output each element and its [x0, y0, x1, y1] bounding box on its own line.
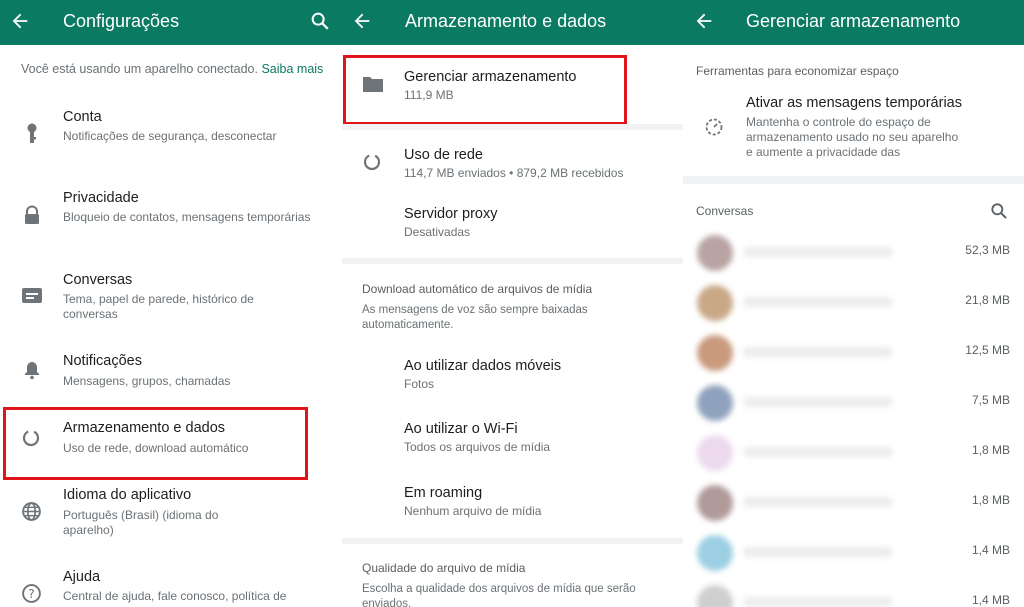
svg-text:?: ? — [28, 586, 35, 601]
settings-app-bar: Configurações — [0, 0, 342, 45]
section-divider — [342, 124, 683, 130]
item-title: Ajuda — [63, 569, 101, 585]
chat-size: 52,3 MB — [965, 243, 1010, 257]
chat-size: 1,8 MB — [971, 443, 1010, 457]
avatar — [697, 435, 733, 471]
item-title: Conta — [63, 109, 102, 125]
data-usage-icon — [363, 153, 381, 171]
item-subtitle: Desativadas — [404, 225, 471, 239]
chat-name-redacted — [743, 497, 893, 507]
chat-name-redacted — [743, 297, 893, 307]
back-arrow-icon[interactable] — [9, 10, 31, 32]
chat-row[interactable]: 7,5 MB — [683, 379, 1024, 429]
chats-header: Conversas — [696, 204, 754, 218]
linked-device-text: Você está usando um aparelho conectado. — [21, 62, 258, 76]
item-title: Ao utilizar o Wi-Fi — [404, 421, 518, 437]
linked-device-notice: Você está usando um aparelho conectado. … — [21, 62, 323, 76]
chat-size: 21,8 MB — [965, 293, 1010, 307]
chat-name-redacted — [743, 447, 893, 457]
chat-row[interactable]: 1,4 MB — [683, 529, 1024, 579]
storage-data-panel: Armazenamento e dados Gerenciar armazena… — [342, 0, 683, 607]
chat-size: 12,5 MB — [965, 343, 1010, 357]
highlight-box — [343, 55, 627, 125]
section-note: As mensagens de voz são sempre baixadas … — [362, 304, 588, 331]
learn-more-link[interactable]: Saiba mais — [261, 62, 323, 76]
search-icon[interactable] — [989, 201, 1009, 221]
item-subtitle: Nenhum arquivo de mídia — [404, 504, 542, 518]
item-subtitle: Fotos — [404, 377, 435, 391]
section-header: Ferramentas para economizar espaço — [696, 64, 899, 78]
chat-name-redacted — [743, 247, 893, 257]
item-subtitle: Mantenha o controle do espaço de armazen… — [746, 115, 959, 159]
item-subtitle: Bloqueio de contatos, mensagens temporár… — [63, 210, 311, 224]
item-title: Notificações — [63, 353, 142, 369]
avatar — [697, 285, 733, 321]
item-subtitle: Mensagens, grupos, chamadas — [63, 374, 231, 388]
bell-icon — [25, 362, 39, 380]
section-divider — [683, 176, 1024, 184]
item-subtitle: 114,7 MB enviados • 879,2 MB recebidos — [404, 166, 624, 180]
chat-row[interactable]: 1,8 MB — [683, 429, 1024, 479]
chat-row[interactable]: 1,4 MB — [683, 579, 1024, 607]
section-divider — [342, 538, 683, 544]
chat-row[interactable]: 12,5 MB — [683, 329, 1024, 379]
item-title: Ativar as mensagens temporárias — [746, 95, 962, 111]
item-subtitle: Português (Brasil) (idioma do aparelho) — [63, 508, 219, 537]
storage-app-bar: Armazenamento e dados — [342, 0, 683, 45]
chat-row[interactable]: 52,3 MB — [683, 229, 1024, 279]
item-title: Conversas — [63, 272, 133, 288]
search-icon[interactable] — [309, 10, 331, 32]
section-header: Qualidade do arquivo de mídia — [362, 561, 526, 575]
chat-row[interactable]: 21,8 MB — [683, 279, 1024, 329]
chat-size: 1,4 MB — [971, 593, 1010, 607]
item-title: Em roaming — [404, 485, 483, 501]
chat-size: 7,5 MB — [971, 393, 1010, 407]
back-arrow-icon[interactable] — [693, 10, 715, 32]
item-title: Ao utilizar dados móveis — [404, 358, 562, 374]
globe-icon — [22, 502, 41, 521]
item-subtitle: Central de ajuda, fale conosco, política… — [63, 589, 287, 603]
chat-name-redacted — [743, 347, 893, 357]
help-icon: ? — [22, 584, 41, 603]
chat-name-redacted — [743, 597, 893, 607]
item-subtitle: Notificações de segurança, desconectar — [63, 129, 277, 143]
item-subtitle: Tema, papel de parede, histórico de conv… — [63, 292, 254, 321]
highlight-box — [3, 407, 308, 480]
avatar — [697, 385, 733, 421]
manage-storage-panel: Gerenciar armazenamento Ferramentas para… — [683, 0, 1024, 607]
chat-size: 1,4 MB — [971, 543, 1010, 557]
manage-storage-app-bar: Gerenciar armazenamento — [683, 0, 1024, 45]
avatar — [697, 585, 733, 607]
page-title: Configurações — [63, 11, 180, 31]
section-note: Escolha a qualidade dos arquivos de mídi… — [362, 583, 636, 607]
chat-message-icon — [22, 288, 42, 303]
key-icon — [27, 123, 37, 143]
page-title: Armazenamento e dados — [405, 11, 607, 31]
chat-row[interactable]: 1,8 MB — [683, 479, 1024, 529]
avatar — [697, 485, 733, 521]
item-subtitle: Todos os arquivos de mídia — [404, 440, 551, 454]
item-title: Uso de rede — [404, 147, 483, 163]
item-title: Idioma do aplicativo — [63, 487, 192, 503]
item-title: Servidor proxy — [404, 206, 498, 222]
chat-size: 1,8 MB — [971, 493, 1010, 507]
chat-name-redacted — [743, 397, 893, 407]
timer-icon — [705, 118, 723, 136]
page-title: Gerenciar armazenamento — [746, 11, 961, 31]
lock-icon — [25, 205, 39, 224]
chat-name-redacted — [743, 547, 893, 557]
section-header: Download automático de arquivos de mídia — [362, 282, 593, 296]
settings-panel: Configurações Você está usando um aparel… — [0, 0, 342, 607]
section-divider — [342, 258, 683, 264]
item-title: Privacidade — [63, 190, 139, 206]
avatar — [697, 335, 733, 371]
back-arrow-icon[interactable] — [351, 10, 373, 32]
avatar — [697, 235, 733, 271]
avatar — [697, 535, 733, 571]
